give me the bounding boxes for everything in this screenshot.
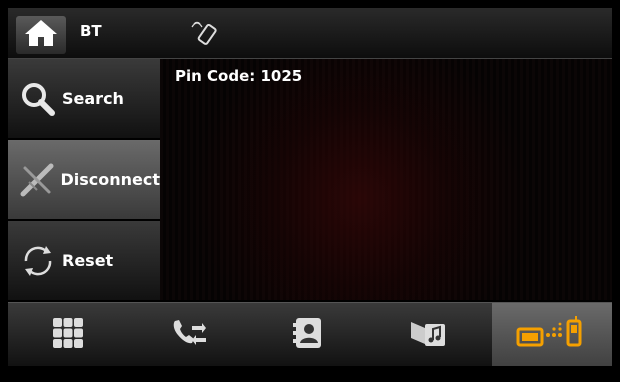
side-menu: Search Disconnect Reset <box>8 59 160 300</box>
phone-pairing-icon <box>514 315 590 355</box>
search-label: Search <box>62 89 124 108</box>
disconnect-button[interactable]: Disconnect <box>8 140 160 219</box>
reset-icon <box>16 239 60 283</box>
contacts-button[interactable] <box>248 303 368 366</box>
search-icon <box>16 77 60 121</box>
page-title: BT <box>80 22 102 40</box>
disconnect-label: Disconnect <box>60 170 160 189</box>
reset-button[interactable]: Reset <box>8 221 160 300</box>
home-button[interactable] <box>16 16 66 54</box>
reset-label: Reset <box>62 251 114 270</box>
phone-signal-icon <box>188 18 224 48</box>
bt-screen: BT Search Disconnect Reset Pin Code: 102… <box>8 8 612 366</box>
disconnect-icon <box>16 158 58 202</box>
music-icon <box>409 316 447 354</box>
dialpad-button[interactable] <box>8 303 128 366</box>
call-transfer-button[interactable] <box>128 303 248 366</box>
call-transfer-icon <box>170 317 206 353</box>
top-bar: BT <box>8 8 612 59</box>
search-button[interactable]: Search <box>8 59 160 138</box>
main-panel: Pin Code: 1025 <box>160 59 612 300</box>
bottom-bar <box>8 302 612 366</box>
phone-pairing-button[interactable] <box>492 303 612 366</box>
pin-code-text: Pin Code: 1025 <box>175 67 303 85</box>
home-icon <box>23 18 59 52</box>
dialpad-icon <box>51 316 85 354</box>
contacts-icon <box>293 316 323 354</box>
music-button[interactable] <box>368 303 488 366</box>
